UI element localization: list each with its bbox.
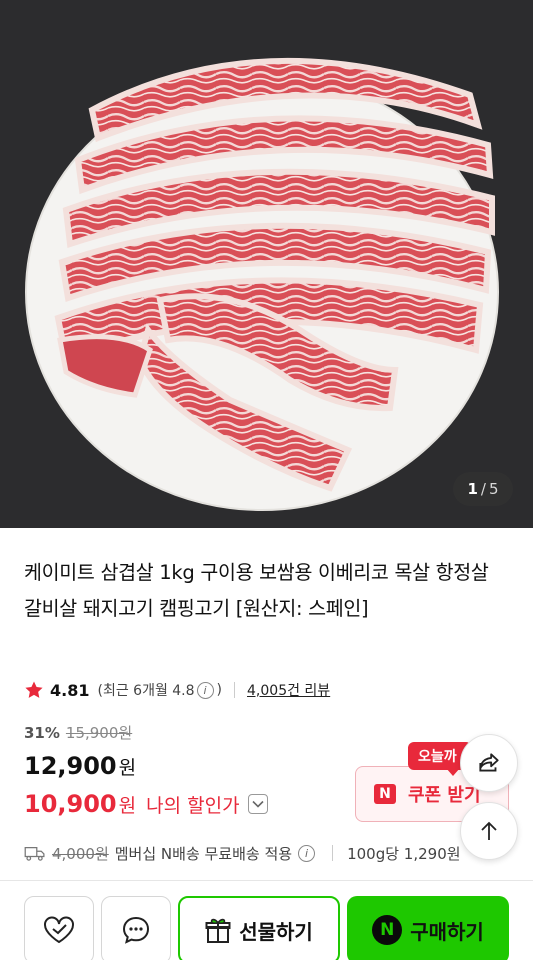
- my-price-label: 나의 할인가: [146, 794, 240, 817]
- badge-pointer: [446, 768, 460, 776]
- recent-rating: (최근 6개월 4.8 i ): [97, 680, 222, 700]
- image-current-index: 1: [467, 480, 478, 498]
- naver-n-logo: N: [374, 784, 396, 804]
- image-page-counter: 1 / 5: [453, 472, 513, 506]
- delivery-text: 멤버십 N배송 무료배송 적용: [114, 844, 293, 863]
- rating-row: 4.81 (최근 6개월 4.8 i ) 4,005건 리뷰: [24, 676, 330, 704]
- gift-label: 선물하기: [239, 919, 313, 944]
- section-divider: [0, 880, 533, 881]
- naver-n-logo: N: [372, 915, 403, 945]
- original-delivery-fee: 4,000원: [52, 844, 109, 863]
- share-button[interactable]: [460, 734, 518, 792]
- review-count-link[interactable]: 4,005건 리뷰: [247, 680, 330, 700]
- buy-label: 구매하기: [410, 919, 484, 944]
- pork-belly-illustration: [25, 57, 499, 511]
- heart-check-icon: [44, 916, 74, 944]
- my-price-unit: 원: [118, 794, 137, 817]
- info-icon[interactable]: i: [298, 844, 316, 862]
- image-total-count: 5: [488, 480, 499, 498]
- gift-icon: [205, 918, 231, 943]
- product-image-carousel[interactable]: 1 / 5: [0, 0, 533, 528]
- sale-price-value: 12,900: [24, 752, 117, 780]
- share-icon: [479, 753, 499, 772]
- buy-button[interactable]: N 구매하기: [347, 896, 509, 960]
- rating-score: 4.81: [50, 680, 90, 700]
- discount-rate: 31%: [24, 723, 60, 742]
- info-icon[interactable]: i: [196, 681, 214, 699]
- my-discount-price[interactable]: 10,900 원 나의 할인가: [24, 790, 268, 818]
- sale-price-unit: 원: [118, 757, 137, 779]
- unit-price: 100g당 1,290원: [347, 844, 461, 863]
- product-title: 케이미트 삼겹살 1kg 구이용 보쌈용 이베리코 목살 항정살 갈비살 돼지고…: [24, 561, 489, 620]
- chevron-down-icon[interactable]: [247, 794, 268, 814]
- image-counter-separator: /: [480, 480, 486, 498]
- recent-rating-close: ): [216, 682, 223, 698]
- sale-price: 12,900 원: [24, 752, 136, 780]
- divider: [234, 682, 236, 698]
- original-price: 15,900원: [65, 724, 133, 742]
- discount-row: 31% 15,900원: [24, 722, 132, 743]
- gift-button[interactable]: 선물하기: [178, 896, 340, 960]
- my-price-value: 10,900: [24, 790, 117, 818]
- divider: [332, 845, 334, 861]
- chat-icon: [122, 916, 150, 944]
- truck-icon: [24, 847, 45, 861]
- delivery-info: 4,000원 멤버십 N배송 무료배송 적용 i 100g당 1,290원: [24, 840, 494, 866]
- recent-rating-text: (최근 6개월 4.8: [97, 683, 195, 699]
- talk-talk-button[interactable]: [101, 896, 171, 960]
- wishlist-button[interactable]: [24, 896, 94, 960]
- star-icon: [25, 681, 43, 698]
